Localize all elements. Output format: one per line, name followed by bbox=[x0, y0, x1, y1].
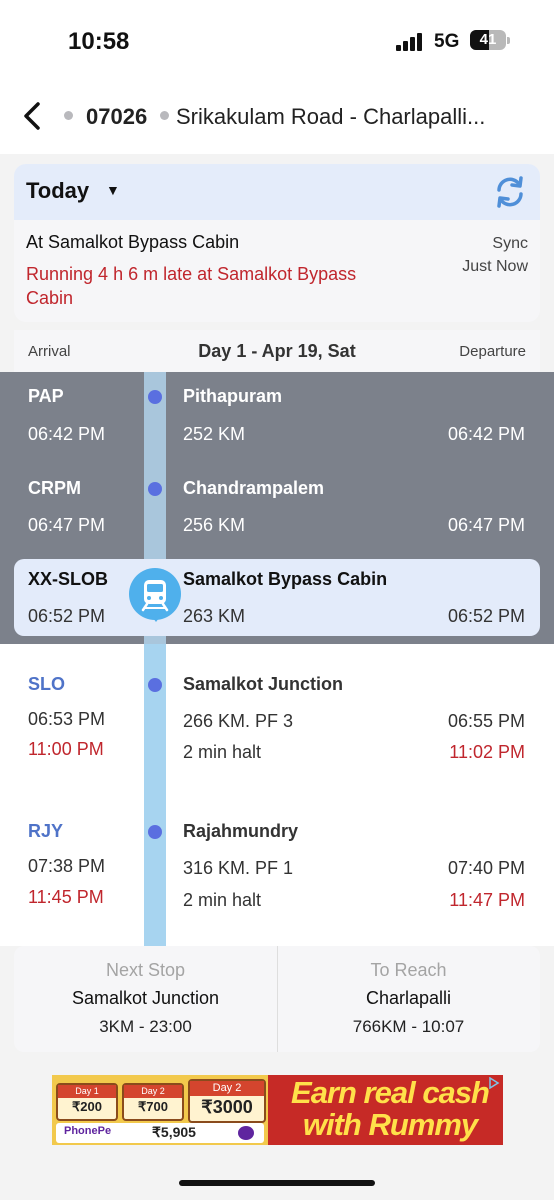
station-name: Samalkot Junction bbox=[183, 674, 344, 694]
app-screen: 10:58 5G 41 07026 Srikakulam Road - Char… bbox=[0, 0, 554, 1200]
day-header: Arrival Day 1 - Apr 19, Sat Departure bbox=[14, 330, 540, 372]
train-number: 07026 bbox=[86, 104, 148, 129]
current-location: At Samalkot Bypass Cabin bbox=[26, 232, 240, 252]
ad-day-card: Day 1 ₹200 bbox=[56, 1083, 118, 1121]
train-pointer bbox=[150, 614, 162, 622]
sync-time: Just Now bbox=[462, 258, 528, 275]
station-code: CRPM bbox=[28, 478, 81, 498]
station-distance: 256 KM bbox=[183, 515, 246, 535]
ad-day-value: ₹200 bbox=[72, 1099, 102, 1114]
ad-day-value: ₹700 bbox=[138, 1099, 168, 1114]
arrival-time: 06:47 PM bbox=[28, 515, 106, 535]
destination-detail: 766KM - 10:07 bbox=[352, 1017, 465, 1036]
check-icon bbox=[238, 1126, 254, 1140]
station-distance: 252 KM bbox=[183, 424, 246, 444]
chevron-left-icon bbox=[24, 102, 40, 130]
destination-name: Charlapalli bbox=[365, 988, 452, 1008]
ad-day-card: Day 2 ₹700 bbox=[122, 1083, 184, 1121]
arrival-time: 06:42 PM bbox=[28, 424, 106, 444]
refresh-icon bbox=[497, 176, 523, 208]
expected-departure-time: 11:02 PM bbox=[449, 742, 525, 762]
expected-departure-time: 11:47 PM bbox=[449, 890, 525, 910]
next-stop-detail: 3KM - 23:00 bbox=[99, 1017, 192, 1036]
next-stop-panel: Next Stop Samalkot Junction 3KM - 23:00 bbox=[14, 946, 277, 1052]
station-dot bbox=[148, 390, 162, 404]
next-stop-name: Samalkot Junction bbox=[71, 988, 220, 1008]
ad-rewards-graphic: Day 1 ₹200 Day 2 ₹700 Day 2 ₹3000 PhoneP… bbox=[52, 1075, 268, 1145]
to-reach-label: To Reach bbox=[370, 960, 447, 980]
departure-time: 07:40 PM bbox=[447, 858, 525, 878]
destination-panel: To Reach Charlapalli 766KM - 10:07 bbox=[277, 946, 540, 1052]
station-name: Rajahmundry bbox=[183, 821, 299, 841]
ad-day-label: Day 2 bbox=[190, 1081, 264, 1096]
station-distance: 316 KM. PF 1 bbox=[183, 858, 294, 878]
departure-time: 06:55 PM bbox=[447, 711, 525, 731]
sync-status: Sync Just Now bbox=[462, 232, 528, 278]
arrival-time: 06:53 PM bbox=[28, 709, 106, 729]
expected-arrival-time: 11:45 PM bbox=[28, 887, 104, 907]
station-name: Chandrampalem bbox=[183, 478, 325, 498]
delay-status: Running 4 h 6 m late at Samalkot Bypass … bbox=[26, 264, 357, 308]
ad-day-label: Day 1 bbox=[58, 1085, 116, 1098]
network-type: 5G bbox=[434, 31, 460, 52]
signal-icon bbox=[396, 33, 424, 51]
expected-arrival-time: 11:00 PM bbox=[28, 739, 104, 759]
station-code: PAP bbox=[28, 386, 64, 406]
departure-time: 06:47 PM bbox=[447, 515, 525, 535]
ad-headline: Earn real cash with Rummy bbox=[291, 1075, 490, 1142]
ad-choices-icon[interactable] bbox=[488, 1077, 500, 1089]
ad-wallet-amount: ₹5,905 bbox=[152, 1124, 196, 1140]
route-title: Srikakulam Road - Charlapalli... bbox=[176, 104, 486, 129]
caret-down-icon[interactable]: ▼ bbox=[106, 182, 120, 198]
station-code: RJY bbox=[28, 821, 64, 841]
header: 07026 Srikakulam Road - Charlapalli... bbox=[0, 80, 554, 154]
station-name: Samalkot Bypass Cabin bbox=[183, 569, 388, 589]
station-dot bbox=[148, 482, 162, 496]
station-code: XX-SLOB bbox=[28, 569, 109, 589]
ad-banner[interactable]: Day 1 ₹200 Day 2 ₹700 Day 2 ₹3000 PhoneP… bbox=[52, 1075, 503, 1145]
ad-day-card-big: Day 2 ₹3000 bbox=[188, 1079, 266, 1123]
phonepe-logo: PhonePe bbox=[64, 1125, 112, 1137]
departure-column-label: Departure bbox=[459, 343, 526, 360]
station-timeline: PAP Pithapuram 06:42 PM 252 KM 06:42 PM … bbox=[0, 372, 554, 946]
running-status-card: Today ▼ At Samalkot Bypass Cabin Running… bbox=[14, 164, 540, 322]
station-dot bbox=[148, 678, 162, 692]
next-stop-label: Next Stop bbox=[105, 960, 186, 980]
battery-icon: 41 bbox=[470, 30, 506, 50]
battery-level: 41 bbox=[479, 31, 497, 48]
ad-day-value: ₹3000 bbox=[201, 1097, 253, 1117]
separator-dot bbox=[64, 111, 73, 120]
ad-day-label: Day 2 bbox=[124, 1085, 182, 1098]
station-name: Pithapuram bbox=[183, 386, 283, 406]
station-distance: 263 KM bbox=[183, 606, 246, 626]
journey-summary: Next Stop Samalkot Junction 3KM - 23:00 … bbox=[14, 946, 540, 1052]
station-dot bbox=[148, 825, 162, 839]
ad-wallet-strip: PhonePe ₹5,905 bbox=[56, 1123, 264, 1143]
halt-duration: 2 min halt bbox=[183, 742, 262, 762]
home-indicator[interactable] bbox=[179, 1180, 375, 1186]
halt-duration: 2 min halt bbox=[183, 890, 262, 910]
separator-dot bbox=[160, 111, 169, 120]
arrival-time: 06:52 PM bbox=[28, 606, 106, 626]
day-selector[interactable]: Today bbox=[26, 178, 89, 204]
station-code: SLO bbox=[28, 674, 66, 694]
back-button[interactable] bbox=[16, 96, 52, 136]
departure-time: 06:42 PM bbox=[447, 424, 525, 444]
sync-label: Sync bbox=[492, 235, 528, 252]
arrival-time: 07:38 PM bbox=[28, 856, 106, 876]
clock: 10:58 bbox=[68, 28, 130, 55]
refresh-button[interactable] bbox=[494, 174, 526, 210]
station-distance: 266 KM. PF 3 bbox=[183, 711, 294, 731]
day-selector-bar: Today ▼ bbox=[14, 164, 540, 220]
status-bar: 10:58 5G 41 bbox=[0, 0, 554, 80]
train-icon bbox=[129, 568, 181, 620]
departure-time: 06:52 PM bbox=[447, 606, 525, 626]
